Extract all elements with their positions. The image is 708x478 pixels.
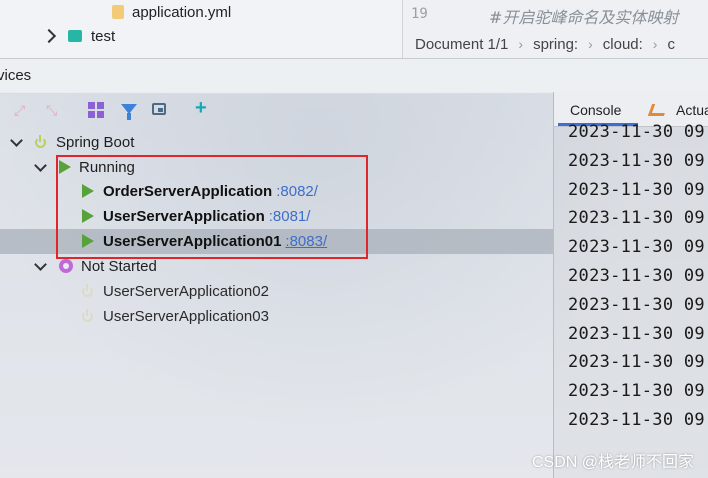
service-name: UserServerApplication03: [103, 307, 269, 325]
spring-boot-icon: [82, 283, 93, 297]
chevron-down-icon[interactable]: [34, 257, 47, 271]
console-log-line: 2023-11-30 09: [568, 237, 705, 258]
tree-node-label: Spring Boot: [56, 133, 135, 151]
tab-console[interactable]: Console: [570, 102, 621, 118]
tab-actuator[interactable]: Actua: [676, 102, 708, 118]
console-panel: Console Actua 2023-11-30 09 2023-11-30 09…: [554, 92, 708, 478]
tree-item-label: application.yml: [132, 3, 232, 21]
actuator-icon: [647, 104, 669, 116]
open-in-new-tab-icon[interactable]: [152, 103, 166, 115]
console-log-line: 2023-11-30 09: [568, 122, 705, 142]
annotation-highlight-box: [56, 155, 368, 259]
folder-icon: [68, 30, 82, 42]
yaml-file-icon: [112, 5, 124, 19]
services-title: vices: [0, 67, 32, 84]
service-user-server-application03[interactable]: UserServerApplication03: [82, 304, 269, 328]
filter-icon[interactable]: [121, 104, 137, 120]
breadcrumb-separator: ›: [588, 36, 593, 52]
console-log-line: 2023-11-30 09: [568, 266, 705, 286]
breadcrumb-item[interactable]: Document 1/1: [415, 36, 508, 53]
console-log-line: 2023-11-30 09: [568, 381, 705, 402]
tree-item-label: test: [91, 27, 116, 45]
breadcrumb-separator: ›: [518, 36, 524, 52]
service-name: UserServerApplication02: [103, 282, 269, 300]
gear-icon: [59, 259, 73, 273]
tree-item-application-yml[interactable]: application.yml: [112, 0, 231, 24]
editor-area: 19 #开启驼峰命名及实体映射 Document 1/1 › spring: ›…: [402, 0, 708, 58]
group-by-icon[interactable]: [88, 102, 104, 118]
console-log-line: 2023-11-30 09: [568, 294, 705, 315]
code-comment: #开启驼峰命名及实体映射: [489, 8, 679, 27]
console-log-line: 2023-11-30 09: [568, 352, 705, 373]
console-log-line: 2023-11-30 09: [568, 208, 705, 229]
breadcrumb-item[interactable]: c: [667, 36, 675, 53]
collapse-all-icon[interactable]: ⤡: [46, 102, 62, 118]
service-user-server-application02[interactable]: UserServerApplication02: [82, 279, 269, 303]
line-number: 19: [411, 6, 428, 22]
console-log-line: 2023-11-30 09: [568, 179, 705, 200]
spring-boot-icon: [35, 134, 46, 148]
expand-all-icon[interactable]: ⤢: [14, 102, 30, 118]
breadcrumb: Document 1/1 › spring: › cloud: › c: [403, 30, 708, 58]
tree-node-spring-boot[interactable]: Spring Boot: [10, 130, 135, 154]
tree-item-test[interactable]: test: [41, 24, 116, 48]
services-title-bar: vices: [0, 58, 708, 94]
project-tree: application.yml test: [0, 0, 402, 58]
breadcrumb-separator: ›: [652, 36, 658, 52]
services-panel: ⤢ ⤡ + Spring Boot Running OrderServerApp…: [0, 92, 554, 478]
tree-node-label: Not Started: [81, 257, 157, 275]
chevron-down-icon[interactable]: [34, 158, 47, 172]
chevron-down-icon[interactable]: [10, 133, 23, 147]
console-log-line: 2023-11-30 09: [568, 323, 705, 344]
console-log-line: 2023-11-30 09: [568, 410, 705, 430]
spring-boot-icon: [82, 308, 93, 322]
watermark: CSDN @栈老师不回家: [531, 454, 694, 471]
breadcrumb-item[interactable]: cloud:: [603, 36, 643, 53]
console-log-line: 2023-11-30 09: [568, 150, 705, 171]
services-toolbar: ⤢ ⤡ +: [0, 92, 553, 126]
breadcrumb-item[interactable]: spring:: [533, 36, 578, 53]
add-service-icon[interactable]: +: [195, 98, 211, 118]
chevron-right-icon[interactable]: [41, 28, 57, 44]
